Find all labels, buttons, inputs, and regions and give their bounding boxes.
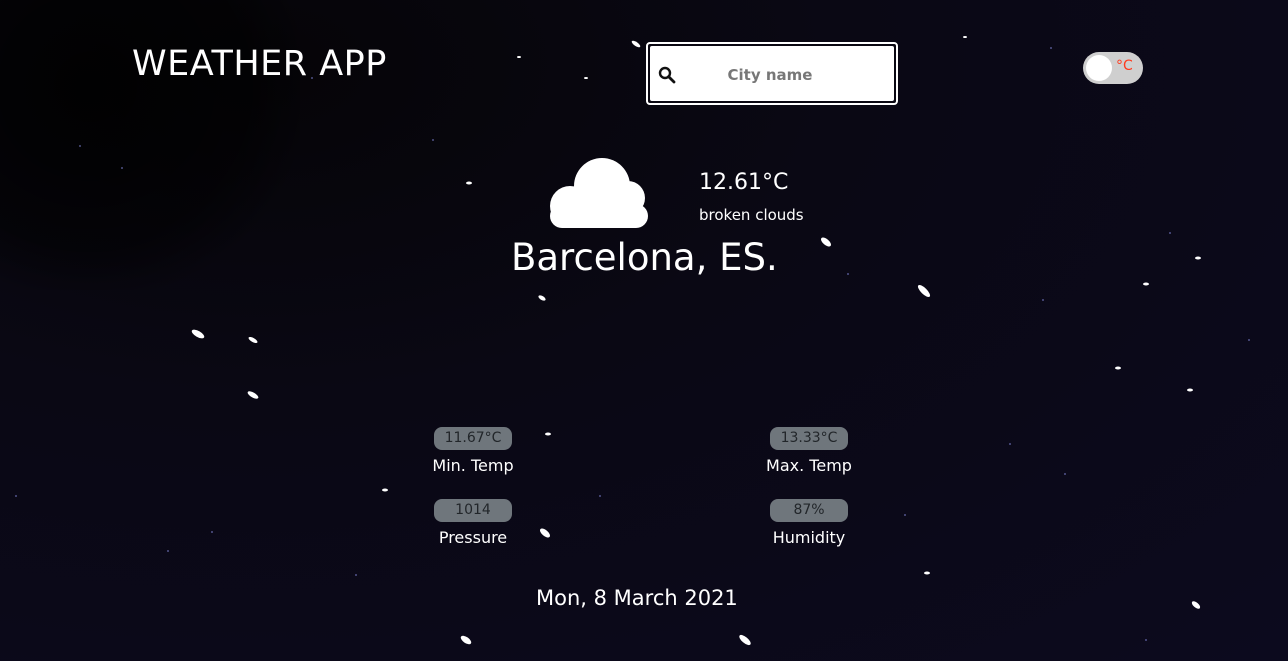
- pressure-label: Pressure: [438, 528, 508, 547]
- city-search-input[interactable]: [690, 46, 890, 103]
- min-temp-stat: 11.67°C Min. Temp: [413, 427, 533, 475]
- pressure-value: 1014: [434, 499, 512, 522]
- search-icon[interactable]: [658, 66, 676, 84]
- rain-background-image: [15, 36, 1250, 646]
- max-temp-label: Max. Temp: [766, 456, 852, 475]
- weather-app-page: WEATHER APP °C 12.61°C broken clouds Bar…: [0, 0, 1288, 661]
- cloud-icon: [550, 158, 648, 228]
- search-field-container[interactable]: [650, 46, 894, 103]
- toggle-knob[interactable]: [1086, 55, 1112, 81]
- app-title: WEATHER APP: [132, 44, 387, 84]
- max-temp-value: 13.33°C: [770, 427, 848, 450]
- max-temp-stat: 13.33°C Max. Temp: [749, 427, 869, 475]
- min-temp-value: 11.67°C: [434, 427, 512, 450]
- current-temperature: 12.61°C: [699, 170, 789, 195]
- weather-description: broken clouds: [699, 206, 804, 224]
- min-temp-label: Min. Temp: [432, 456, 514, 475]
- unit-toggle[interactable]: °C: [1083, 52, 1143, 84]
- humidity-label: Humidity: [772, 528, 846, 547]
- pressure-stat: 1014 Pressure: [413, 499, 533, 547]
- humidity-value: 87%: [770, 499, 848, 522]
- humidity-stat: 87% Humidity: [749, 499, 869, 547]
- search-box[interactable]: [646, 42, 898, 105]
- current-date: Mon, 8 March 2021: [536, 586, 738, 610]
- city-name: Barcelona, ES.: [511, 236, 778, 279]
- unit-label: °C: [1116, 58, 1133, 74]
